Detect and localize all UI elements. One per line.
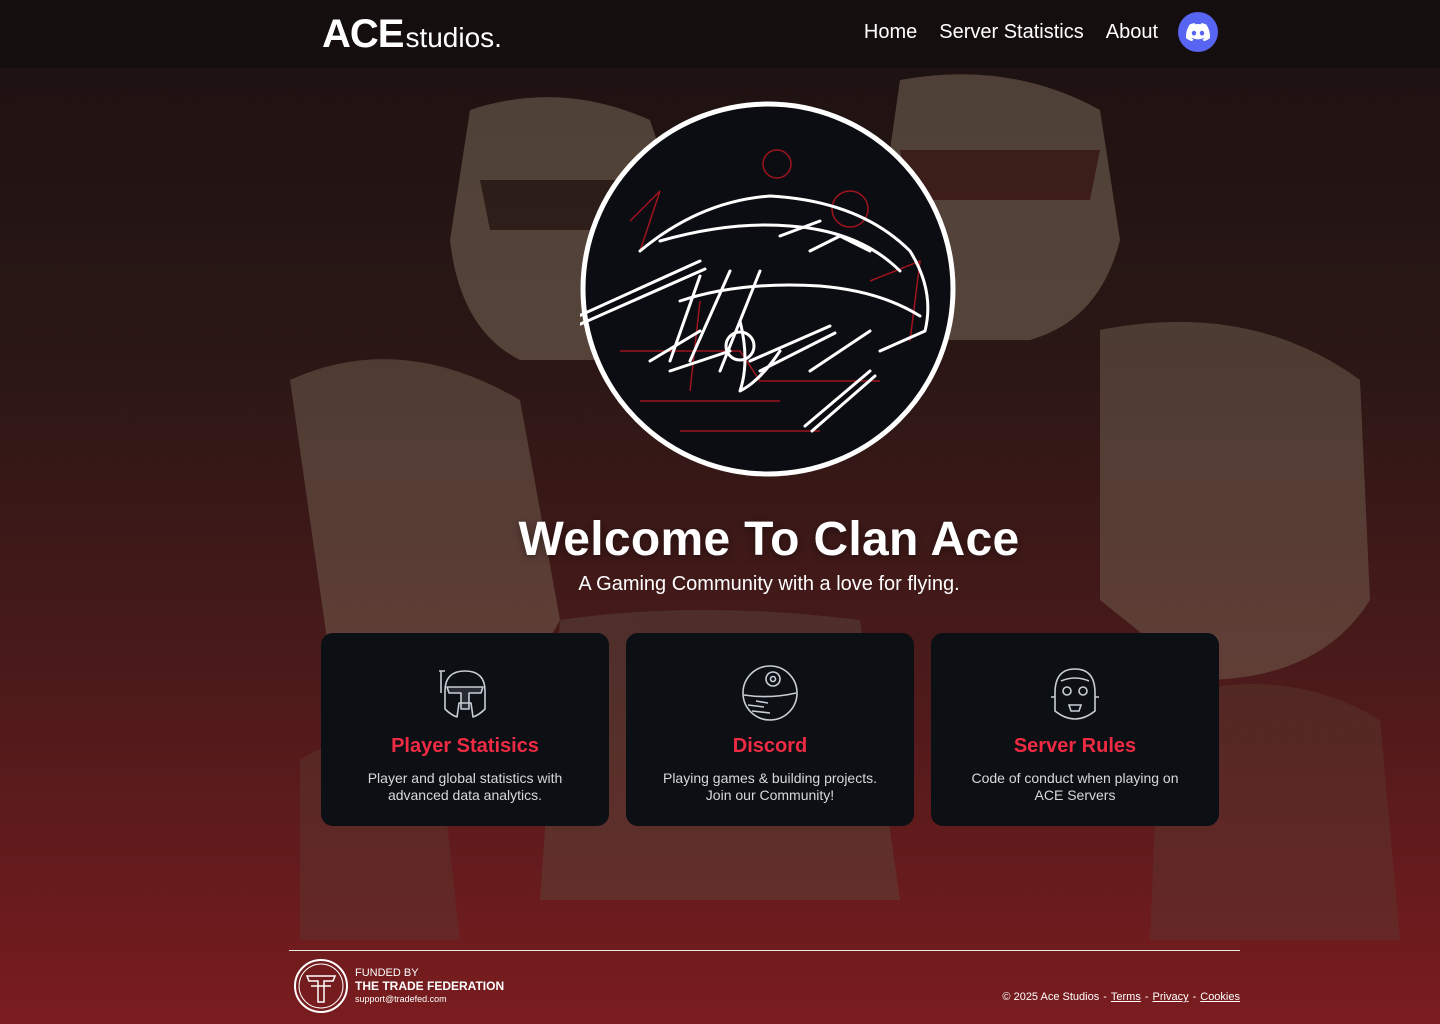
- droid-head-icon: [1051, 668, 1099, 720]
- card-title: Player Statisics: [391, 735, 539, 757]
- terms-link[interactable]: Terms: [1111, 991, 1141, 1003]
- separator: -: [1192, 991, 1197, 1003]
- death-star-icon: [742, 665, 798, 721]
- logo-light-text: studios.: [405, 22, 502, 53]
- site-header: ACE studios. Home Server Statistics Abou…: [0, 0, 1440, 68]
- card-player-statistics[interactable]: Player Statisics Player and global stati…: [321, 633, 609, 826]
- main-nav: Home Server Statistics About: [864, 12, 1218, 52]
- sponsor-text: FUNDED BY THE TRADE FEDERATION support@t…: [355, 967, 504, 1006]
- nav-about[interactable]: About: [1106, 21, 1158, 44]
- hero-title: Welcome To Clan Ace: [518, 513, 1020, 566]
- discord-icon: [1186, 23, 1210, 41]
- logo-strong-text: ACE: [322, 12, 404, 56]
- feature-cards: Player Statisics Player and global stati…: [321, 633, 1219, 826]
- sponsor-name: THE TRADE FEDERATION: [355, 978, 505, 993]
- sponsor-block: FUNDED BY THE TRADE FEDERATION support@t…: [293, 958, 504, 1014]
- card-description: Playing games & building projects. Join …: [662, 770, 877, 803]
- card-description: Code of conduct when playing on ACE Serv…: [971, 770, 1179, 803]
- card-server-rules[interactable]: Server Rules Code of conduct when playin…: [931, 633, 1219, 826]
- discord-button[interactable]: [1178, 12, 1218, 52]
- starship-emblem-icon: [580, 101, 956, 477]
- footer-divider: [289, 950, 1240, 951]
- mandalorian-helmet-icon: [439, 670, 486, 718]
- cookies-link[interactable]: Cookies: [1200, 991, 1240, 1003]
- legal-links: © 2025 Ace Studios - Terms - Privacy - C…: [1002, 991, 1240, 1003]
- card-discord[interactable]: Discord Playing games & building project…: [626, 633, 914, 826]
- nav-server-statistics[interactable]: Server Statistics: [939, 21, 1083, 44]
- hero-subtitle: A Gaming Community with a love for flyin…: [578, 573, 960, 595]
- card-title: Server Rules: [1013, 735, 1137, 757]
- sponsor-label: FUNDED BY: [355, 966, 419, 979]
- site-footer: FUNDED BY THE TRADE FEDERATION support@t…: [289, 950, 1240, 1013]
- card-description: Player and global statistics with advanc…: [367, 770, 563, 803]
- separator: -: [1144, 991, 1149, 1003]
- nav-home[interactable]: Home: [864, 21, 917, 44]
- separator: -: [1103, 991, 1107, 1003]
- sponsor-email[interactable]: support@tradefed.com: [355, 993, 504, 1006]
- site-logo[interactable]: ACE studios.: [322, 12, 502, 57]
- privacy-link[interactable]: Privacy: [1153, 991, 1189, 1003]
- copyright-text: © 2025 Ace Studios: [1002, 991, 1100, 1003]
- card-title: Discord: [732, 735, 808, 757]
- trade-federation-logo-icon: [294, 959, 348, 1013]
